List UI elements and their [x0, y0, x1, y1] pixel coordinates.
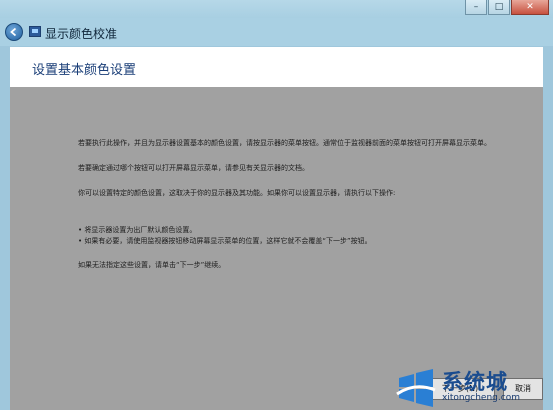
wizard-content: 设置基本颜色设置 若要执行此操作，并且为显示器设置基本的颜色设置，请按显示器的菜… — [10, 47, 543, 410]
bullet-item: • 将显示器设置为出厂默认颜色设置。 — [78, 226, 197, 234]
minimize-button[interactable]: – — [465, 0, 487, 15]
instruction-paragraph-1: 若要执行此操作，并且为显示器设置基本的颜色设置，请按显示器的菜单按钮。通常位于监… — [78, 139, 491, 147]
back-button[interactable] — [5, 23, 23, 41]
watermark-domain: xitongcheng.com — [442, 393, 520, 403]
maximize-button[interactable]: □ — [488, 0, 510, 15]
closing-paragraph: 如果无法指定这些设置，请单击“下一步”继续。 — [78, 261, 226, 269]
page-title: 设置基本颜色设置 — [32, 63, 137, 78]
calibration-window: – □ ✕ 显示颜色校准 设置基本颜色设置 若要执行此操作，并且为显示器设置基本… — [0, 0, 553, 410]
bullet-item: • 如果有必要，请使用监视器按钮移动屏幕显示菜单的位置，这样它就不会覆盖“下一步… — [78, 237, 372, 245]
instruction-paragraph-2: 若要确定通过哪个按钮可以打开屏幕显示菜单，请参见有关显示器的文档。 — [78, 164, 309, 172]
back-arrow-icon — [10, 27, 17, 37]
header-strip: 设置基本颜色设置 — [10, 47, 543, 87]
windows-logo-icon — [396, 369, 436, 407]
close-button[interactable]: ✕ — [511, 0, 549, 15]
window-title: 显示颜色校准 — [45, 27, 118, 41]
instructions: 若要执行此操作，并且为显示器设置基本的颜色设置，请按显示器的菜单按钮。通常位于监… — [78, 138, 498, 285]
instruction-bullets: • 将显示器设置为出厂默认颜色设置。 • 如果有必要，请使用监视器按钮移动屏幕显… — [78, 225, 498, 247]
window-controls: – □ ✕ — [465, 0, 549, 16]
watermark: 系统城 xitongcheng.com — [395, 366, 545, 410]
navigation-bar: 显示颜色校准 — [0, 18, 553, 46]
watermark-brand: 系统城 — [442, 370, 508, 394]
title-bar: – □ ✕ — [0, 0, 553, 18]
display-color-icon — [29, 26, 41, 37]
instruction-paragraph-3: 你可以设置特定的颜色设置，这取决于你的显示器及其功能。如果你可以设置显示器，请执… — [78, 189, 396, 197]
